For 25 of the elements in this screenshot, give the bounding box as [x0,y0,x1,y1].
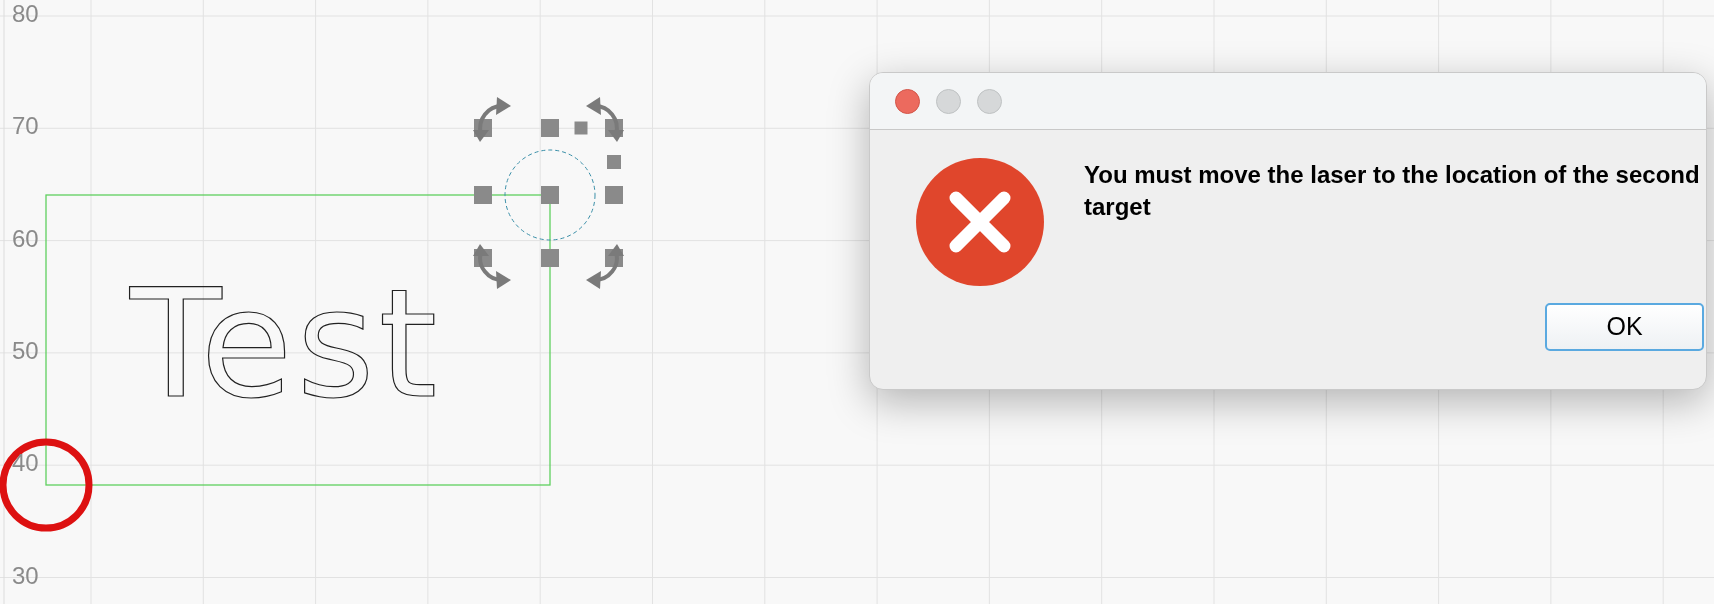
ok-button[interactable]: OK [1545,303,1704,351]
error-icon [916,158,1044,286]
resize-handle[interactable] [607,155,621,169]
axis-label: 40 [12,451,39,476]
resize-handle[interactable] [474,186,492,204]
axis-label: 70 [12,114,39,139]
rotate-handle-icon[interactable] [473,97,511,142]
rotate-handle-icon[interactable] [473,244,511,289]
resize-handle[interactable] [574,121,588,135]
minimize-button[interactable] [936,88,961,114]
axis-label: 50 [12,338,39,363]
text-object[interactable]: Test [130,257,442,431]
resize-handle[interactable] [541,119,559,137]
axis-label: 30 [12,563,39,588]
error-message: You must move the laser to the location of the second target [1084,160,1701,222]
rotate-handle-icon[interactable] [586,244,624,289]
rotate-handle-icon[interactable] [586,97,624,142]
zoom-button[interactable] [977,88,1002,114]
axis-label: 80 [12,2,39,26]
resize-handle[interactable] [541,186,559,204]
resize-handle[interactable] [541,249,559,267]
rotation-center-circle[interactable] [504,149,596,241]
resize-handle[interactable] [605,186,623,204]
close-button[interactable] [895,88,920,114]
axis-label: 60 [12,226,39,251]
